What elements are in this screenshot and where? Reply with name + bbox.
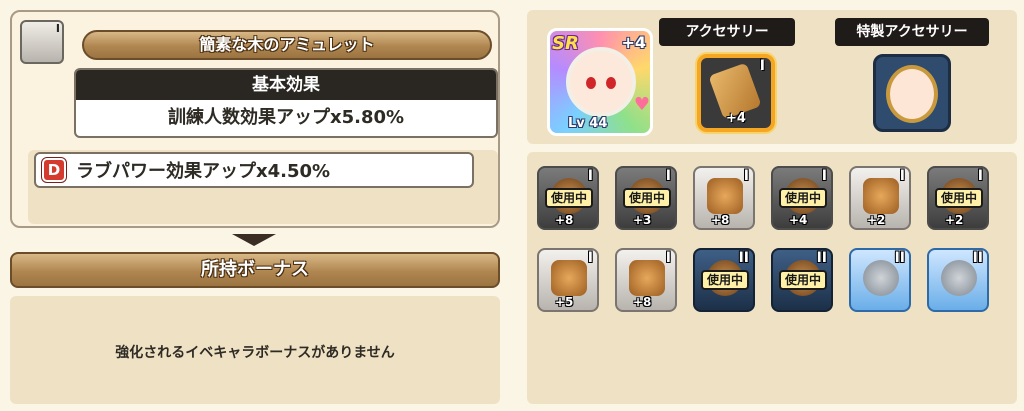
in-use-badge: 使用中 (545, 188, 593, 208)
portrait-locket-icon (886, 65, 938, 123)
item-level: +4 (789, 213, 808, 227)
accessory-icon (551, 260, 587, 296)
inventory-item[interactable]: I +8 (615, 248, 677, 312)
special-accessory-tab[interactable]: 特製アクセサリー (835, 18, 989, 46)
item-rank: I (821, 168, 827, 184)
inventory-panel: I 使用中 +8 I 使用中 +3 I +8 I 使用中 +4 I +2 I 使用中 +2 I +5 I +8 II 使用… (527, 152, 1017, 404)
item-level: +5 (555, 295, 574, 309)
inventory-item[interactable]: I 使用中 +2 (927, 166, 989, 230)
character-portrait (566, 47, 636, 117)
sub-effect-area: D ラブパワー効果アップx4.50% (28, 150, 498, 224)
accessory-icon (629, 260, 665, 296)
in-use-badge: 使用中 (779, 188, 827, 208)
inventory-item[interactable]: II (849, 248, 911, 312)
character-level: Lv 44 (568, 116, 608, 131)
accessory-icon (863, 178, 899, 214)
rarity-badge: SR (552, 33, 579, 54)
basic-effect-value: 訓練人数効果アップx5.80% (167, 107, 405, 128)
bonus-area: 強化されるイベキャラボーナスがありません (10, 296, 500, 404)
sub-effect-row: D ラブパワー効果アップx4.50% (34, 152, 474, 188)
inventory-item[interactable]: I 使用中 +8 (537, 166, 599, 230)
equipment-panel: SR +4 Lv 44 ♥ アクセサリー 特製アクセサリー I +4 (527, 10, 1017, 144)
inventory-item[interactable]: I 使用中 +3 (615, 166, 677, 230)
item-rank: I (665, 168, 671, 184)
item-level: +2 (867, 213, 886, 227)
inventory-item[interactable]: I +8 (693, 166, 755, 230)
item-level: +8 (633, 295, 652, 309)
arrow-down-icon (232, 234, 276, 246)
accessory-slot[interactable]: I +4 (697, 54, 775, 132)
bonus-title: 所持ボーナス (10, 252, 500, 288)
heart-icon: ♥ (633, 94, 650, 115)
item-rank: II (816, 250, 827, 266)
item-rank: I (587, 168, 593, 184)
inventory-item[interactable]: II 使用中 (771, 248, 833, 312)
inventory-item[interactable]: I 使用中 +4 (771, 166, 833, 230)
item-name: 簡素な木のアミュレット (82, 30, 492, 60)
item-level: +3 (633, 213, 652, 227)
item-level: +8 (711, 213, 730, 227)
in-use-badge: 使用中 (701, 270, 749, 290)
item-rank: I (899, 168, 905, 184)
item-rank: II (894, 250, 905, 266)
item-level: +2 (945, 213, 964, 227)
inventory-item[interactable]: I +5 (537, 248, 599, 312)
item-level: +8 (555, 213, 574, 227)
item-rank: II (738, 250, 749, 266)
basic-effect-box: 基本効果 訓練人数効果アップx5.80% (74, 68, 498, 138)
item-rank: I (977, 168, 983, 184)
basic-effect-header: 基本効果 (76, 70, 496, 100)
item-rank: I (587, 250, 593, 266)
accessory-rank: I (759, 58, 765, 74)
inventory-item[interactable]: II (927, 248, 989, 312)
accessory-tab[interactable]: アクセサリー (659, 18, 795, 46)
sub-effect-value: ラブパワー効果アップx4.50% (76, 161, 331, 182)
item-rank: II (972, 250, 983, 266)
amulet-icon: I (20, 20, 64, 64)
accessory-level: +4 (726, 111, 746, 126)
special-accessory-slot[interactable] (873, 54, 951, 132)
character-plus: +4 (621, 33, 646, 52)
accessory-icon (707, 178, 743, 214)
in-use-badge: 使用中 (935, 188, 983, 208)
in-use-badge: 使用中 (623, 188, 671, 208)
bonus-message: 強化されるイベキャラボーナスがありません (115, 345, 395, 361)
in-use-badge: 使用中 (779, 270, 827, 290)
item-rank: I (665, 250, 671, 266)
item-detail-panel: I 簡素な木のアミュレット 基本効果 訓練人数効果アップx5.80% D ラブパ… (10, 10, 500, 228)
item-rank: I (55, 22, 60, 35)
item-rank: I (743, 168, 749, 184)
grade-badge: D (42, 158, 66, 182)
inventory-item[interactable]: II 使用中 (693, 248, 755, 312)
inventory-item[interactable]: I +2 (849, 166, 911, 230)
character-card[interactable]: SR +4 Lv 44 ♥ (547, 28, 653, 136)
